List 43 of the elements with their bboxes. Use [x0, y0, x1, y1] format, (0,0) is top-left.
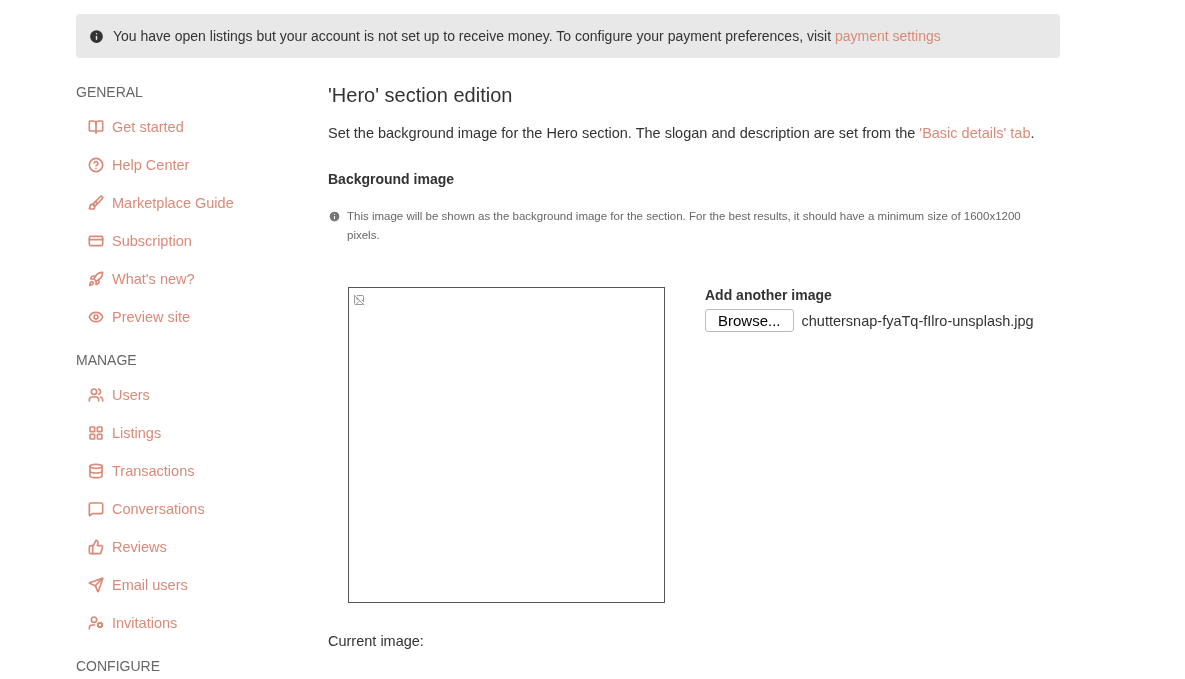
sidebar-item[interactable]: Listings	[76, 414, 328, 452]
sidebar-item[interactable]: Marketplace Guide	[76, 184, 328, 222]
intro-text: Set the background image for the Hero section. The slogan and description are set from the 'Basic details' tab.	[328, 125, 1036, 141]
file-name: chuttersnap-fyaTq-fIlro-unsplash.jpg	[801, 312, 1034, 329]
sidebar-heading: CONFIGURE	[76, 658, 161, 674]
upload-label: Add another image	[705, 287, 833, 303]
user-gear-icon	[88, 615, 104, 631]
chat-icon	[88, 501, 104, 517]
send-icon	[88, 577, 104, 593]
sidebar-item[interactable]: Subscription	[76, 222, 328, 260]
field-label: Background image	[328, 171, 456, 187]
hint-text: This image will be shown as the background image for the section. For the best results, it should have a minimum size of 1600x1200 pixels.	[347, 209, 1022, 243]
section-title: 'Hero' section edition	[328, 84, 514, 107]
grid-icon	[88, 425, 104, 441]
sidebar-item[interactable]: Invitations	[76, 604, 328, 642]
browse-button[interactable]: Browse...	[705, 309, 794, 332]
thumbs-up-icon	[88, 539, 104, 555]
sidebar-item[interactable]: Help Center	[76, 146, 328, 184]
sidebar-item[interactable]: Transactions	[76, 452, 328, 490]
sidebar-heading: GENERAL	[76, 84, 144, 100]
broken-image-icon	[353, 294, 365, 306]
brush-icon	[88, 195, 104, 211]
sidebar-item[interactable]: Get started	[76, 108, 328, 146]
sidebar-item[interactable]: Email users	[76, 566, 328, 604]
credit-card-icon	[88, 233, 104, 249]
info-icon	[328, 210, 341, 223]
eye-icon	[88, 309, 104, 325]
payment-settings-link[interactable]: payment settings	[834, 28, 941, 44]
sidebar-item[interactable]: Conversations	[76, 490, 328, 528]
sidebar-item[interactable]: What's new?	[76, 260, 328, 298]
rocket-icon	[88, 271, 104, 287]
info-icon	[88, 27, 105, 45]
current-image-label: Current image:	[328, 633, 425, 649]
sidebar-item[interactable]: Reviews	[76, 528, 328, 566]
book-icon	[88, 119, 104, 135]
basic-details-link[interactable]: 'Basic details' tab	[919, 125, 1031, 141]
sidebar-item[interactable]: Users	[76, 376, 328, 414]
notice-text: You have open listings but your account is not set up to receive money. To configure your payment preferences, visit payment settings	[113, 28, 941, 44]
users-icon	[88, 387, 104, 403]
help-icon	[88, 157, 104, 173]
sidebar-heading: MANAGE	[76, 352, 138, 368]
database-icon	[88, 463, 104, 479]
sidebar-item[interactable]: Preview site	[76, 298, 328, 336]
